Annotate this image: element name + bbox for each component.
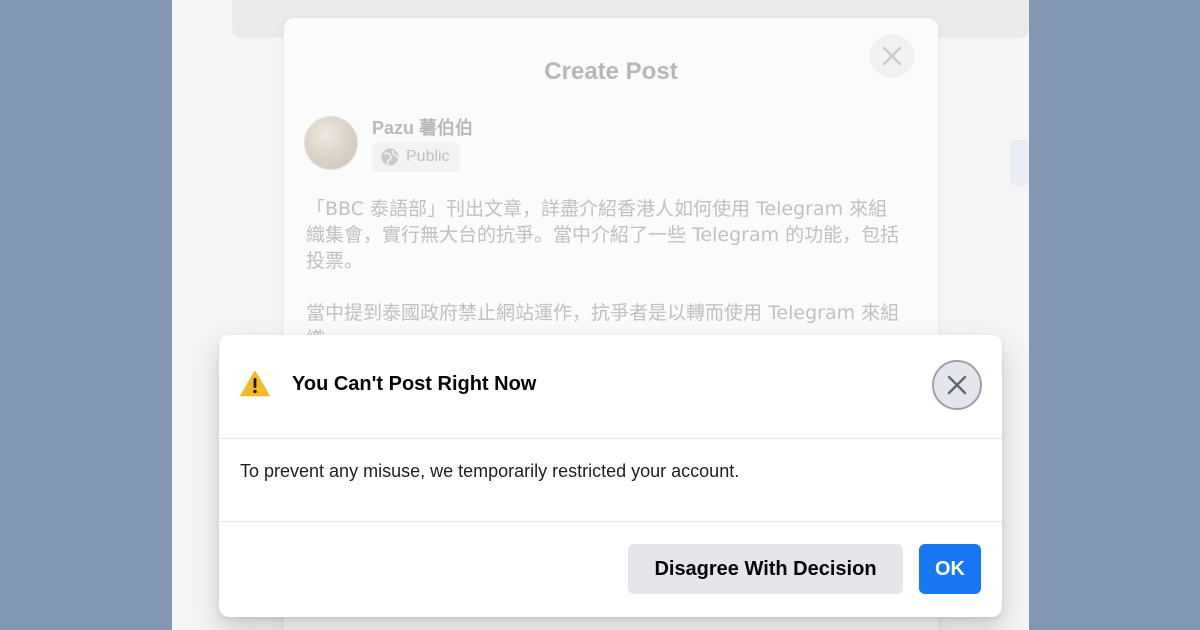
background-sidebar-block bbox=[1010, 140, 1029, 186]
user-name: Pazu 薯伯伯 bbox=[372, 118, 474, 138]
privacy-label: Public bbox=[406, 148, 450, 165]
create-post-close-button[interactable] bbox=[870, 34, 914, 78]
dialog-message: To prevent any misuse, we temporarily re… bbox=[240, 461, 740, 481]
restriction-alert-dialog: You Can't Post Right Now To prevent any … bbox=[219, 335, 1002, 617]
warning-icon bbox=[240, 370, 270, 397]
globe-icon bbox=[381, 148, 399, 166]
disagree-button[interactable]: Disagree With Decision bbox=[628, 544, 903, 594]
dialog-title: You Can't Post Right Now bbox=[292, 373, 537, 395]
close-icon bbox=[882, 46, 902, 66]
dialog-divider bbox=[219, 521, 1002, 522]
dialog-header: You Can't Post Right Now bbox=[219, 335, 1002, 439]
avatar bbox=[304, 116, 358, 170]
create-post-title: Create Post bbox=[544, 58, 678, 85]
ok-button[interactable]: OK bbox=[919, 544, 981, 594]
post-paragraph: 「BBC 泰語部」刊出文章，詳盡介紹香港人如何使用 Telegram 來組織集會… bbox=[306, 198, 900, 272]
privacy-selector[interactable]: Public bbox=[372, 142, 460, 172]
dialog-close-button[interactable] bbox=[932, 360, 982, 410]
close-icon bbox=[947, 375, 967, 395]
